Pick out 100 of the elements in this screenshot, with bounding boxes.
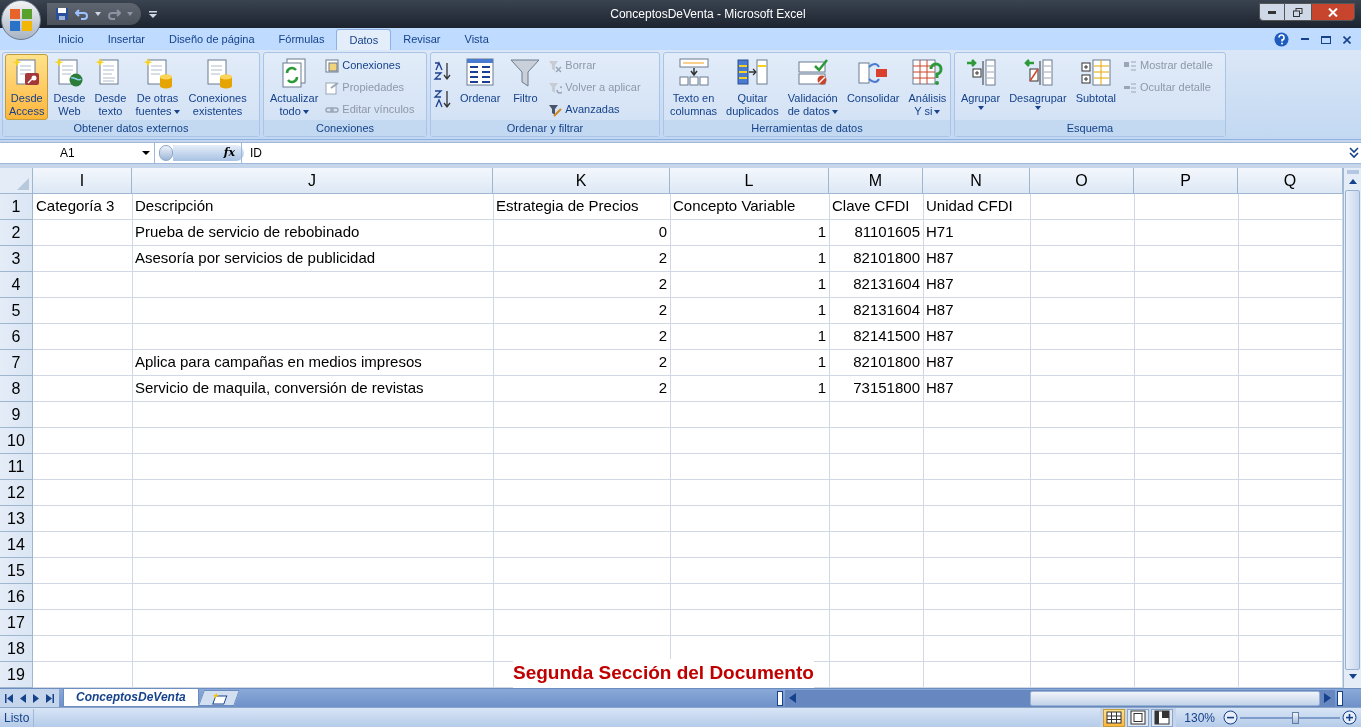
next-sheet-icon[interactable] (33, 693, 39, 703)
row-header[interactable]: 1 (0, 194, 33, 220)
name-box[interactable]: A1 (0, 143, 155, 163)
table-cell-text: Asesoría por servicios de publicidad (134, 248, 377, 269)
row-header[interactable]: 3 (0, 246, 33, 272)
minimize-button[interactable] (1259, 3, 1285, 21)
view-button[interactable] (1151, 708, 1174, 727)
horizontal-scrollbar[interactable] (784, 689, 1335, 707)
arrow-left-icon[interactable] (788, 693, 796, 703)
ribbon-button[interactable]: Texto en columnas (666, 54, 722, 120)
save-icon[interactable] (55, 7, 69, 21)
arrow-right-icon[interactable] (1324, 693, 1331, 703)
row-header[interactable]: 7 (0, 350, 33, 376)
column-header[interactable]: K (493, 168, 670, 194)
split-handle-icon[interactable] (776, 690, 783, 706)
column-header[interactable]: N (923, 168, 1030, 194)
row-header[interactable]: 13 (0, 506, 33, 532)
ribbon-tab[interactable]: Diseño de página (157, 29, 267, 50)
formula-field[interactable]: ID (241, 143, 1349, 163)
zoom-level-button[interactable]: 130% (1184, 708, 1215, 727)
ribbon-button[interactable]: Desagrupar (1005, 54, 1071, 120)
table-cell-text: 73151800 (852, 378, 921, 399)
vertical-scrollbar[interactable] (1343, 168, 1361, 688)
first-sheet-icon[interactable] (5, 693, 13, 703)
split-handle-icon[interactable] (1337, 690, 1343, 706)
row-header[interactable]: 4 (0, 272, 33, 298)
ribbon-button[interactable]: Avanzadas (546, 99, 643, 120)
zoom-slider[interactable] (1240, 710, 1340, 725)
ribbon-tab[interactable]: Vista (452, 29, 501, 50)
ribbon-button[interactable]: Conexiones existentes (184, 54, 251, 120)
row-header[interactable]: 17 (0, 610, 33, 636)
table-cell-text: 82101800 (852, 248, 921, 269)
ribbon-button[interactable]: Filtro (505, 54, 546, 120)
row-header[interactable]: 14 (0, 532, 33, 558)
close-icon[interactable] (1343, 35, 1351, 44)
scrollbar-thumb[interactable] (1029, 690, 1320, 706)
column-header[interactable]: P (1134, 168, 1238, 194)
minimize-icon[interactable] (1301, 38, 1309, 41)
ribbon-button[interactable]: Conexiones (323, 55, 417, 76)
row-header[interactable]: 16 (0, 584, 33, 610)
row-header[interactable]: 9 (0, 402, 33, 428)
close-button[interactable] (1311, 3, 1355, 21)
caret-icon[interactable] (95, 12, 101, 16)
row-header[interactable]: 10 (0, 428, 33, 454)
customize-icon[interactable] (149, 10, 157, 18)
sort-ascending-button[interactable] (433, 60, 451, 82)
split-handle-icon[interactable] (1345, 168, 1360, 176)
ribbon-tab[interactable]: Datos (336, 29, 392, 50)
row-header[interactable]: 18 (0, 636, 33, 662)
undo-icon[interactable] (75, 7, 89, 21)
scrollbar-thumb[interactable] (1345, 190, 1360, 670)
insert-function-button[interactable]: fx (223, 144, 235, 162)
previous-sheet-icon[interactable] (20, 693, 26, 703)
ribbon-button[interactable]: Agrupar (957, 54, 1005, 120)
ribbon-tab[interactable]: Fórmulas (266, 29, 337, 50)
insert-sheet-button[interactable] (197, 690, 240, 706)
row-header[interactable]: 12 (0, 480, 33, 506)
ribbon-button[interactable]: Subtotal (1071, 54, 1120, 120)
ribbon-button[interactable]: Actualizar todo (266, 54, 323, 120)
column-header[interactable]: Q (1238, 168, 1343, 194)
column-header[interactable]: O (1030, 168, 1134, 194)
view-button[interactable] (1103, 708, 1126, 727)
row-header[interactable]: 8 (0, 376, 33, 402)
sheet-tab[interactable]: ConceptosDeVenta (63, 688, 199, 707)
ribbon-button[interactable]: Validación de datos (783, 54, 842, 120)
row-header[interactable]: 6 (0, 324, 33, 350)
row-header[interactable]: 19 (0, 662, 33, 688)
splitter-handle[interactable] (159, 145, 173, 161)
view-button[interactable] (1127, 708, 1150, 727)
zoom-out-icon[interactable] (1223, 710, 1238, 725)
column-header[interactable]: J (132, 168, 493, 194)
zoom-slider-thumb[interactable] (1292, 711, 1300, 724)
restore-button[interactable] (1285, 3, 1311, 21)
ribbon-tab[interactable]: Revisar (391, 29, 453, 50)
help-icon[interactable] (1274, 32, 1289, 47)
sort-descending-button[interactable] (433, 88, 451, 110)
ribbon-button[interactable]: Desde Access (5, 54, 49, 120)
restore-icon[interactable] (1321, 35, 1331, 44)
column-header[interactable]: I (33, 168, 132, 194)
office-button[interactable] (1, 0, 41, 40)
ribbon-button[interactable]: Quitar duplicados (722, 54, 783, 120)
ribbon-tab[interactable]: Inicio (46, 29, 96, 50)
row-header[interactable]: 11 (0, 454, 33, 480)
ribbon-tab[interactable]: Insertar (95, 29, 157, 50)
sort-ascending-icon (433, 61, 451, 81)
row-header[interactable]: 15 (0, 558, 33, 584)
table-cell-text: 2 (657, 326, 668, 347)
last-sheet-icon[interactable] (46, 693, 54, 703)
ribbon-button[interactable]: Desde Web (49, 54, 90, 120)
column-header[interactable]: M (829, 168, 923, 194)
ribbon-button[interactable]: Consolidar (842, 54, 904, 120)
column-header[interactable]: L (670, 168, 829, 194)
ribbon-button[interactable]: Ordenar (456, 54, 505, 120)
ribbon-button[interactable]: De otras fuentes (131, 54, 184, 120)
row-header[interactable]: 2 (0, 220, 33, 246)
row-header[interactable]: 5 (0, 298, 33, 324)
ribbon-button[interactable]: Análisis Y si (904, 54, 951, 120)
expand-icon[interactable] (1349, 145, 1359, 161)
zoom-in-icon[interactable] (1342, 710, 1357, 725)
ribbon-button[interactable]: Desde texto (90, 54, 131, 120)
